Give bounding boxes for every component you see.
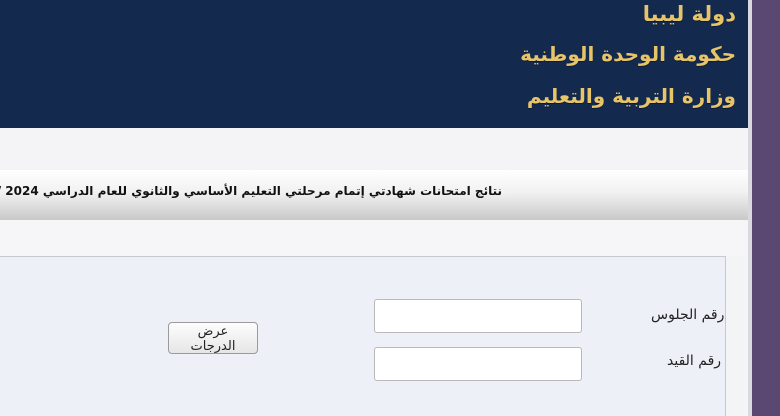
results-page: دولة ليبيا حكومة الوحدة الوطنية وزارة ال… [0, 0, 752, 416]
seat-number-label: رقم الجلوس [651, 307, 725, 323]
show-grades-button[interactable]: عرض الدرجات [168, 322, 258, 354]
header-country: دولة ليبيا [642, 2, 736, 26]
header-ministry: وزارة التربية والتعليم [526, 84, 736, 108]
registration-number-label: رقم القيد [667, 353, 722, 369]
side-strip [752, 0, 780, 416]
seat-number-input[interactable] [374, 299, 582, 333]
page-title: نتائج امتحانات شهادتي إتمام مرحلتي التعل… [0, 184, 502, 198]
content-spacer [0, 220, 752, 256]
header-government: حكومة الوحدة الوطنية [520, 42, 736, 66]
results-form: رقم الجلوس رقم القيد عرض الدرجات [0, 256, 726, 416]
header-spacer [0, 128, 752, 170]
registration-number-input[interactable] [374, 347, 582, 381]
ministry-header: دولة ليبيا حكومة الوحدة الوطنية وزارة ال… [0, 0, 752, 128]
title-bar: نتائج امتحانات شهادتي إتمام مرحلتي التعل… [0, 170, 752, 220]
